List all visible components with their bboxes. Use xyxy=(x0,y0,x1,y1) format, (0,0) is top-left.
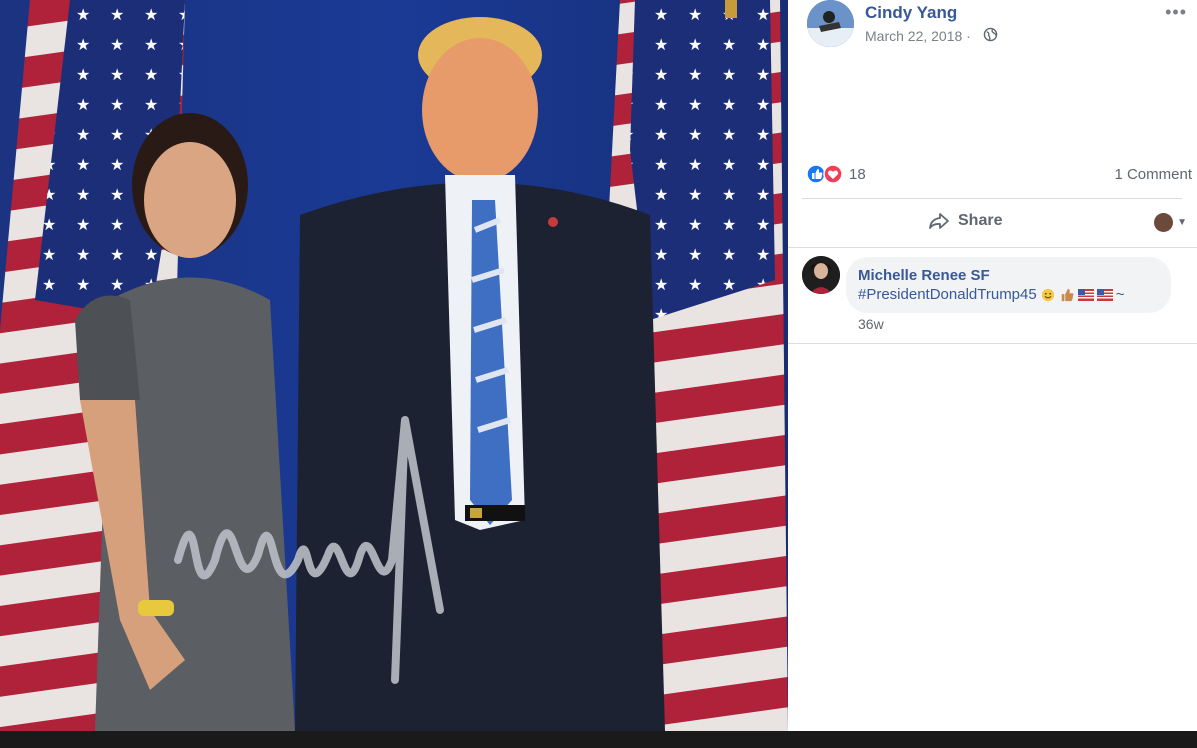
photo-image: ★ xyxy=(0,0,788,731)
divider xyxy=(788,247,1197,248)
hashtag-link[interactable]: #PresidentDonaldTrump45 xyxy=(858,285,1037,304)
us-flag-icon xyxy=(1096,288,1113,301)
audience-selector[interactable]: ▼ xyxy=(1154,213,1187,232)
action-bar: Share ▼ xyxy=(788,200,1197,246)
bottom-bar xyxy=(0,731,1197,748)
caret-down-icon: ▼ xyxy=(1177,217,1187,228)
reactions-summary: 18 1 Comment xyxy=(807,163,1197,187)
comment-count-link[interactable]: 1 Comment xyxy=(1114,166,1192,183)
love-icon xyxy=(823,164,843,184)
comment-bubble: Michelle Renee SF #PresidentDonaldTrump4… xyxy=(846,257,1171,313)
divider xyxy=(802,198,1182,199)
reaction-count[interactable]: 18 xyxy=(849,166,866,183)
globe-icon xyxy=(983,27,998,42)
comment-timestamp[interactable]: 36w xyxy=(858,316,884,332)
photo-viewer: ★ xyxy=(0,0,1197,731)
grinning-face-icon xyxy=(1041,288,1054,301)
post-header: Cindy Yang March 22, 2018 · ••• xyxy=(788,0,1197,60)
post-side-panel: Cindy Yang March 22, 2018 · ••• 18 1 Com… xyxy=(788,0,1197,731)
author-avatar[interactable] xyxy=(807,0,854,47)
commenter-name-link[interactable]: Michelle Renee SF xyxy=(858,266,1159,285)
comment-item: Michelle Renee SF #PresidentDonaldTrump4… xyxy=(788,250,1197,342)
post-timestamp[interactable]: March 22, 2018 · xyxy=(865,28,971,44)
like-icon xyxy=(807,164,826,184)
post-photo[interactable]: ★ xyxy=(0,0,788,731)
divider xyxy=(788,343,1197,344)
author-name-link[interactable]: Cindy Yang xyxy=(865,3,957,23)
us-flag-icon xyxy=(1077,288,1094,301)
share-icon xyxy=(929,213,949,229)
more-options-icon[interactable]: ••• xyxy=(1165,2,1187,23)
reaction-icons[interactable] xyxy=(807,163,847,185)
comment-trailing-text: ~ xyxy=(1115,286,1125,303)
commenter-avatar[interactable] xyxy=(802,256,840,294)
share-label: Share xyxy=(958,212,1003,229)
thumbs-up-icon xyxy=(1061,288,1074,301)
comment-body: #PresidentDonaldTrump45 ~ xyxy=(858,285,1159,304)
audience-avatar xyxy=(1154,213,1174,232)
share-button[interactable]: Share xyxy=(928,211,1002,231)
